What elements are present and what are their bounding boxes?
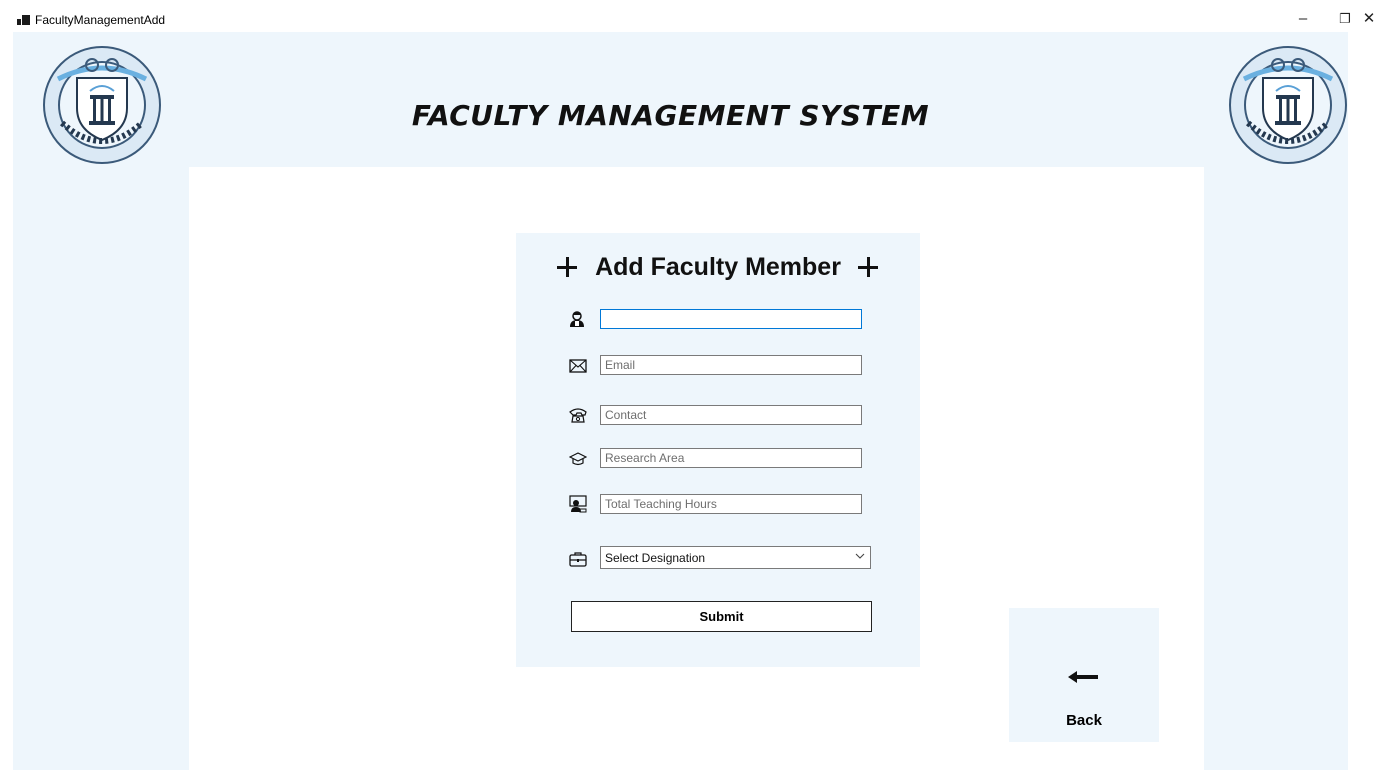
graduation-cap-icon [569, 452, 587, 466]
faculty-logo-icon [43, 46, 161, 164]
submit-button[interactable]: Submit [571, 601, 872, 632]
teaching-hours-input[interactable] [600, 494, 862, 514]
designation-select[interactable]: Select Designation [600, 546, 871, 569]
page-title: FACULTY MANAGEMENT SYSTEM [411, 99, 930, 132]
minimize-button[interactable]: – [1280, 6, 1326, 32]
arrow-left-icon [1068, 671, 1098, 683]
teacher-board-icon [569, 495, 587, 513]
chevron-down-icon [855, 553, 865, 559]
header-banner: FACULTY MANAGEMENT SYSTEM [13, 32, 1348, 167]
name-input[interactable] [600, 309, 862, 329]
contact-input[interactable] [600, 405, 862, 425]
back-button[interactable]: Back [1009, 608, 1159, 742]
envelope-icon [569, 359, 587, 373]
teacher-icon [570, 311, 584, 327]
telephone-icon [569, 408, 587, 423]
window-titlebar: FacultyManagementAdd – ❐ ✕ [0, 0, 1390, 32]
plus-icon [858, 257, 878, 277]
designation-selected-value: Select Designation [605, 551, 706, 565]
briefcase-icon [569, 552, 587, 567]
close-button[interactable]: ✕ [1346, 6, 1390, 32]
window-title: FacultyManagementAdd [35, 13, 166, 27]
back-label: Back [1066, 712, 1102, 729]
research-area-input[interactable] [600, 448, 862, 468]
app-icon [17, 15, 31, 25]
faculty-logo-icon [1229, 46, 1347, 164]
email-input[interactable] [600, 355, 862, 375]
